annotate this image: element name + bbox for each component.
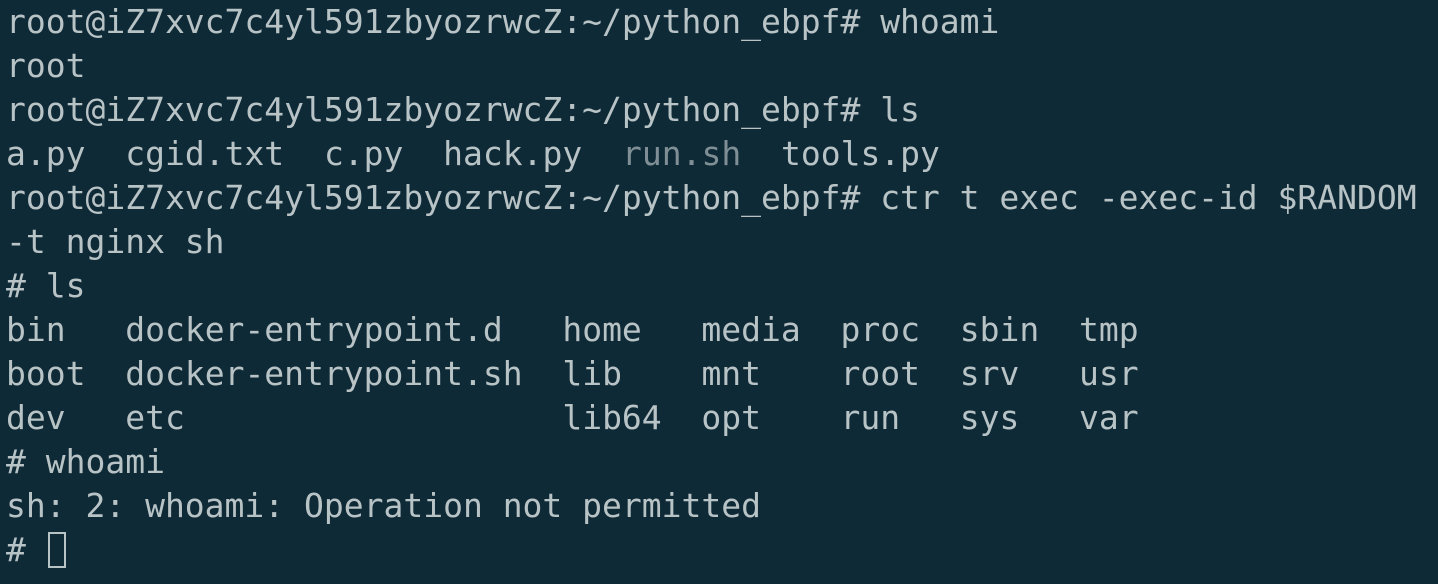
directory-name: opt (701, 398, 762, 437)
directory-name: bin (6, 310, 66, 349)
file-name: hack.py (443, 134, 583, 173)
shell-prompt: # (6, 442, 26, 481)
file-name: a.py (6, 134, 86, 173)
command-text: ls (45, 266, 86, 305)
shell-prompt: root@iZ7xvc7c4yl591zbyozrwcZ:~/python_eb… (6, 2, 861, 41)
directory-name: proc (840, 310, 920, 349)
shell-prompt: # (6, 266, 26, 305)
output-line: root (6, 46, 86, 85)
file-name: c.py (323, 134, 404, 173)
directory-name: docker-entrypoint.d (125, 310, 503, 349)
wrapped-command-line: -t nginx sh (6, 222, 225, 261)
directory-name: root (840, 354, 921, 393)
command-line: root@iZ7xvc7c4yl591zbyozrwcZ:~/python_eb… (6, 176, 1438, 220)
directory-name: boot (6, 354, 86, 393)
shell-prompt: root@iZ7xvc7c4yl591zbyozrwcZ:~/python_eb… (6, 178, 861, 217)
command-line: # whoami (6, 440, 1438, 484)
shell-prompt: # (6, 530, 26, 569)
command-text: whoami (880, 2, 1000, 41)
directory-name: sbin (959, 310, 1040, 349)
active-command-line[interactable]: # (6, 528, 1438, 572)
command-text: ctr t exec -exec-id $RANDOM (880, 178, 1417, 217)
directory-name: run (840, 398, 901, 437)
file-listing: a.py cgid.txt c.py hack.py run.sh tools.… (6, 132, 1438, 176)
directory-name: mnt (701, 354, 762, 393)
directory-name: media (701, 310, 801, 349)
directory-name: lib64 (562, 398, 662, 437)
directory-name: usr (1078, 354, 1139, 393)
directory-name: lib (562, 354, 622, 393)
directory-listing-row: boot docker-entrypoint.sh lib mnt root s… (6, 352, 1438, 396)
directory-name: home (562, 310, 642, 349)
file-name: tools.py (780, 134, 940, 173)
file-name-executable: run.sh (622, 134, 742, 173)
command-line: root@iZ7xvc7c4yl591zbyozrwcZ:~/python_eb… (6, 0, 1438, 44)
directory-listing-row: dev etc lib64 opt run sys var (6, 396, 1438, 440)
directory-listing-row: bin docker-entrypoint.d home media proc … (6, 308, 1438, 352)
text-cursor[interactable] (47, 532, 66, 568)
command-text: ls (880, 90, 920, 129)
terminal-window[interactable]: root@iZ7xvc7c4yl591zbyozrwcZ:~/python_eb… (0, 0, 1438, 584)
directory-name: docker-entrypoint.sh (125, 354, 523, 393)
command-line: # ls (6, 264, 1438, 308)
directory-name: etc (125, 398, 185, 437)
directory-name: var (1078, 398, 1139, 437)
file-name: cgid.txt (125, 134, 285, 173)
directory-name: srv (959, 354, 1020, 393)
shell-prompt: root@iZ7xvc7c4yl591zbyozrwcZ:~/python_eb… (6, 90, 861, 129)
directory-name: sys (959, 398, 1020, 437)
error-output-line: sh: 2: whoami: Operation not permitted (6, 486, 761, 525)
command-text: whoami (45, 442, 165, 481)
command-line: root@iZ7xvc7c4yl591zbyozrwcZ:~/python_eb… (6, 88, 1438, 132)
directory-name: dev (6, 398, 66, 437)
directory-name: tmp (1078, 310, 1139, 349)
